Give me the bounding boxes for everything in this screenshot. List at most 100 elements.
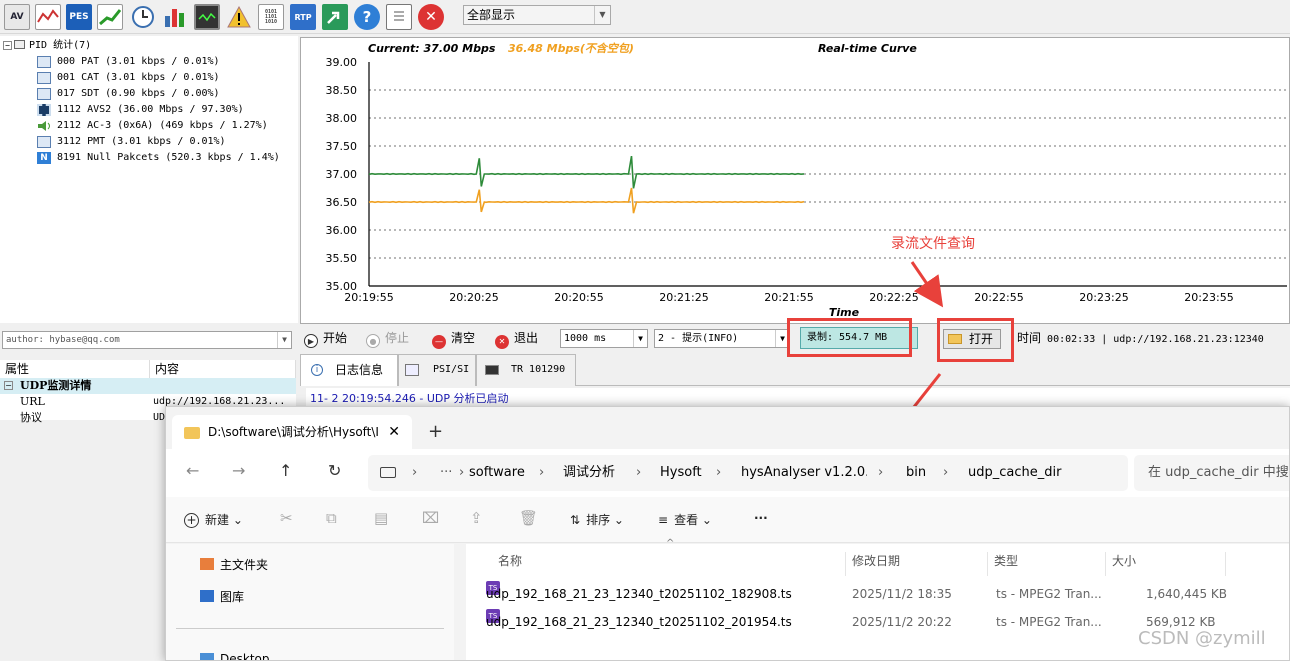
close-tab-icon[interactable]: ✕ (388, 415, 400, 449)
tab-tr101290[interactable]: TR 101290 (476, 354, 576, 386)
start-button[interactable]: ▶ 开始 (304, 328, 347, 349)
new-button[interactable]: + 新建 ⌄ (184, 511, 243, 528)
tree-root-label: PID 统计(7) (29, 40, 92, 51)
bar-chart-icon[interactable] (162, 4, 188, 30)
tree-root[interactable]: − PID 统计(7) (3, 38, 91, 54)
back-icon[interactable]: ← (186, 461, 199, 480)
y-tick-label: 36.50 (326, 196, 358, 209)
delete-icon[interactable]: 🗑 (519, 509, 538, 527)
col-header-attr: 属性 (0, 360, 150, 378)
x-tick-label: 20:23:55 (1184, 291, 1233, 304)
col-header-type[interactable]: 类型 (994, 552, 1106, 576)
desktop-icon (200, 653, 214, 660)
up-icon[interactable]: ↑ (279, 461, 292, 480)
tree-item[interactable]: 3112 PMT (3.01 kbps / 0.01%) (57, 134, 226, 150)
exit-button[interactable]: ✕ 退出 (495, 328, 538, 349)
view-select[interactable]: 全部显示 ▼ (463, 5, 611, 25)
table-icon (37, 56, 51, 68)
breadcrumb[interactable]: bin (906, 455, 926, 491)
explorer-tab[interactable]: D:\software\调试分析\Hysoft\I ✕ (172, 415, 412, 449)
export-icon[interactable] (322, 4, 348, 30)
tree-item[interactable]: 1112 AVS2 (36.00 Mbps / 97.30%) (57, 102, 244, 118)
file-name: udp_192_168_21_23_12340_t20251102_182908… (486, 587, 792, 601)
nav-home[interactable]: 主文件夹 (200, 556, 268, 573)
monitor-icon[interactable] (194, 4, 220, 30)
collapse-icon[interactable]: − (4, 381, 13, 390)
trend-icon[interactable] (97, 4, 123, 30)
property-name: URL (20, 395, 45, 408)
file-row[interactable]: TS udp_192_168_21_23_12340_t20251102_2019… (486, 609, 1246, 635)
clear-button[interactable]: — 清空 (432, 328, 475, 349)
breadcrumb[interactable]: Hysoft (660, 455, 702, 491)
realtime-chart: 39.00 38.50 38.00 37.50 37.00 36.50 36.00 35.50… (300, 37, 1290, 324)
file-row[interactable]: TS udp_192_168_21_23_12340_t20251102_1829… (486, 581, 1246, 607)
av-icon[interactable]: AV (4, 4, 30, 30)
speaker-icon (37, 120, 51, 132)
monitor-icon (485, 365, 499, 375)
warning-icon[interactable] (226, 4, 252, 30)
address-bar[interactable]: › ··· › software › 调试分析 › Hysoft › hysAn… (368, 455, 1128, 491)
collapse-icon[interactable]: − (3, 41, 12, 50)
breadcrumb[interactable]: udp_cache_dir (968, 455, 1061, 491)
author-combo[interactable]: author: hybase@qq.com ▼ (2, 331, 292, 349)
col-header-name[interactable]: 名称 (498, 552, 846, 576)
interval-select[interactable]: 1000 ms ▼ (560, 329, 648, 348)
sort-button[interactable]: ⇅ 排序 ⌄ (570, 511, 624, 528)
breadcrumb[interactable]: hysAnalyser v1.2.0.x (741, 455, 867, 491)
tab-log[interactable]: i 日志信息 (300, 354, 398, 386)
y-tick-label: 35.50 (326, 252, 358, 265)
file-date: 2025/11/2 18:35 (852, 587, 952, 601)
x-tick-label: 20:21:25 (659, 291, 708, 304)
chevron-down-icon: ▼ (277, 332, 291, 348)
tree-item[interactable]: 000 PAT (3.01 kbps / 0.01%) (57, 54, 220, 70)
new-tab-icon[interactable]: + (428, 421, 443, 442)
pes-icon[interactable]: PES (66, 4, 92, 30)
exit-icon: ✕ (495, 335, 509, 349)
property-group[interactable]: − UDP监测详情 (0, 378, 296, 394)
breadcrumb[interactable]: 调试分析 (563, 455, 615, 491)
copy-icon[interactable]: ⧉ (326, 509, 337, 527)
sort-icon: ⇅ (570, 513, 581, 527)
share-icon[interactable]: ⇪ (470, 509, 483, 527)
cut-icon[interactable]: ✂ (280, 509, 293, 527)
chevron-down-icon: ▼ (633, 330, 647, 347)
binary-icon[interactable]: 0101 1101 1010 (258, 4, 284, 30)
tree-item[interactable]: 2112 AC-3 (0x6A) (469 kbps / 1.27%) (57, 118, 268, 134)
explorer-nav: ← → ↑ ↻ › ··· › software › 调试分析 › Hysoft… (166, 449, 1289, 497)
tree-item[interactable]: 017 SDT (0.90 kbps / 0.00%) (57, 86, 220, 102)
property-group-label: UDP监测详情 (20, 379, 92, 392)
notes-icon[interactable] (386, 4, 412, 30)
stop-button[interactable]: ● 停止 (366, 328, 409, 349)
nav-desktop[interactable]: Desktop (200, 652, 270, 660)
log-level-select[interactable]: 2 - 提示(INFO) ▼ (654, 329, 790, 348)
view-button[interactable]: ≡ 查看 ⌄ (658, 511, 712, 528)
forward-icon[interactable]: → (232, 461, 245, 480)
help-icon[interactable]: ? (354, 4, 380, 30)
paste-icon[interactable]: ▤ (374, 509, 388, 527)
null-packet-icon: N (37, 152, 51, 164)
log-line: 11- 2 20:19:54.246 - UDP 分析已启动 (306, 388, 1290, 408)
x-tick-label: 20:20:25 (449, 291, 498, 304)
x-tick-label: 20:23:25 (1079, 291, 1128, 304)
chart-zigzag-icon[interactable] (35, 4, 61, 30)
col-header-date[interactable]: 修改日期 (852, 552, 988, 576)
col-header-size[interactable]: 大小 (1112, 552, 1226, 576)
y-tick-label: 37.00 (326, 168, 358, 181)
col-header-content: 内容 (150, 360, 296, 378)
more-button[interactable]: ··· (754, 511, 768, 525)
rtp-icon[interactable]: RTP (290, 4, 316, 30)
search-input[interactable]: 在 udp_cache_dir 中搜索 (1134, 455, 1289, 491)
tree-item[interactable]: 001 CAT (3.01 kbps / 0.01%) (57, 70, 220, 86)
nav-gallery[interactable]: 图库 (200, 588, 244, 605)
rename-icon[interactable]: ⌧ (422, 509, 439, 527)
command-bar: + 新建 ⌄ ✂ ⧉ ▤ ⌧ ⇪ 🗑 ⇅ 排序 ⌄ ≡ 查看 ⌄ ··· (166, 497, 1289, 543)
y-tick-label: 38.00 (326, 112, 358, 125)
tab-psi-si[interactable]: PSI/SI (398, 354, 476, 386)
clock-icon[interactable] (130, 4, 156, 30)
close-icon[interactable]: ✕ (418, 4, 444, 30)
tree-item[interactable]: 8191 Null Pakcets (520.3 kbps / 1.4%) (57, 150, 280, 166)
refresh-icon[interactable]: ↻ (328, 461, 341, 480)
pane-splitter[interactable] (454, 544, 466, 660)
chart-title: Real-time Curve (818, 42, 917, 55)
breadcrumb[interactable]: software (469, 455, 525, 491)
